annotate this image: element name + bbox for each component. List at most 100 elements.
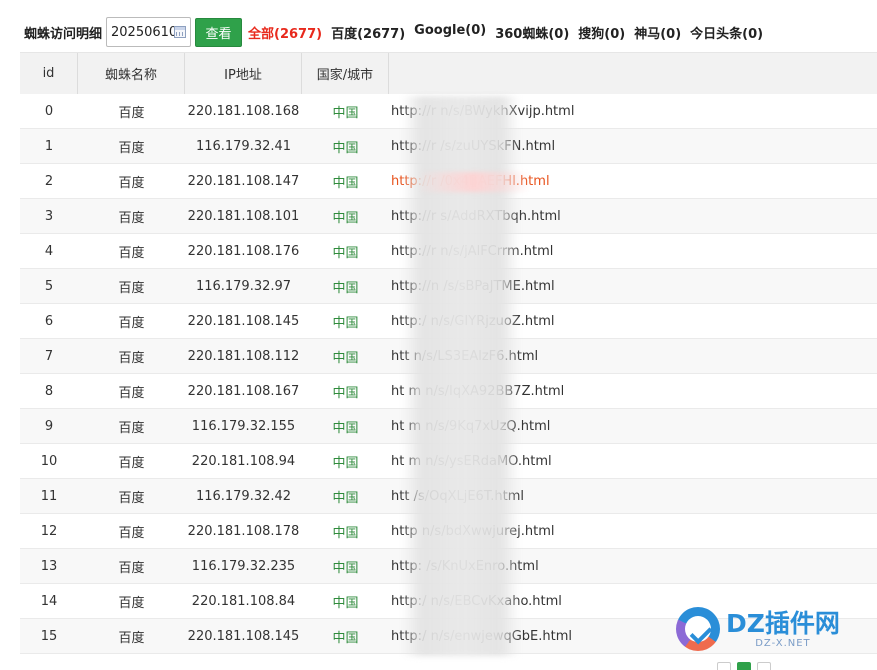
cell-country-city: 中国 [332,420,359,436]
page-total-button[interactable] [717,662,731,670]
cell-spider-name: 百度 [118,315,145,331]
cell-ip: 220.181.108.168 [187,103,300,119]
cell-ip: 220.181.108.176 [187,243,300,259]
filter-all[interactable]: 全部(2677) [248,23,322,42]
cell-url[interactable]: http://r /s/zuUYSkFN.html [389,129,877,163]
cell-url[interactable]: http: /s/KnUxEnro.html [389,549,877,583]
cell-country-city: 中国 [332,385,359,401]
cell-id: 11 [40,488,58,504]
table-row: 12 百度 220.181.108.178 中国 http n/s/bdXwwjurej… [20,514,877,549]
cell-ip: 220.181.108.94 [191,453,296,469]
date-input[interactable]: 20250610 [106,17,192,47]
cell-url[interactable]: http://r n/s/BWykhXvijp.html [389,94,877,128]
cell-ip: 116.179.32.41 [195,138,292,154]
header-spider-name: 蜘蛛名称 [78,53,185,94]
cell-spider-name: 百度 [118,175,145,191]
cell-url[interactable]: http n/s/bdXwwjurej.html [389,514,877,548]
cell-id: 1 [44,138,54,154]
calendar-icon[interactable] [174,26,187,38]
cell-spider-name: 百度 [118,490,145,506]
cell-url[interactable]: http://n /s/sBPaJTME.html [389,269,877,303]
cell-url[interactable]: http://r /0x4BAEFHl.html [389,164,877,198]
pagination [717,662,771,670]
cell-url[interactable]: htt /s/OqXLjE6T.html [389,479,877,513]
cell-country-city: 中国 [332,280,359,296]
watermark: DZ插件网 DZ-X.NET [676,601,877,657]
page-title: 蜘蛛访问明细 [24,26,103,42]
watermark-text: DZ插件网 DZ-X.NET [726,608,840,649]
page-next-button[interactable] [757,662,771,670]
cell-id: 7 [44,348,54,364]
table-row: 11 百度 116.179.32.42 中国 htt /s/OqXLjE6T.html [20,479,877,514]
cell-url[interactable]: ht m n/s/9Kq7xUzQ.html [389,409,877,443]
view-button[interactable]: 查看 [195,17,243,47]
table-row: 9 百度 116.179.32.155 中国 ht m n/s/9Kq7xUzQ.htm… [20,409,877,444]
page-current-button[interactable] [737,662,751,670]
cell-spider-name: 百度 [118,525,145,541]
cell-url[interactable]: http://r n/s/jAlFCrrm.html [389,234,877,268]
cell-country-city: 中国 [332,140,359,156]
cell-ip: 220.181.108.147 [187,173,300,189]
cell-id: 10 [40,453,58,469]
table-row: 5 百度 116.179.32.97 中国 http://n /s/sBPaJTME.h… [20,269,877,304]
cell-country-city: 中国 [332,560,359,576]
cell-id: 6 [44,313,54,329]
cell-ip: 220.181.108.145 [187,313,300,329]
cell-spider-name: 百度 [118,210,145,226]
filter-360[interactable]: 360蜘蛛(0) [495,23,569,42]
cell-url[interactable]: ht m n/s/IqXA92BB7Z.html [389,374,877,408]
cell-url[interactable]: http:/ n/s/GIYRjzuoZ.html [389,304,877,338]
header-country-city: 国家/城市 [302,53,389,94]
table-row: 2 百度 220.181.108.147 中国 http://r /0x4BAEFHl.… [20,164,877,199]
cell-spider-name: 百度 [118,105,145,121]
dz-logo-icon [676,607,720,651]
cell-id: 13 [40,558,58,574]
toolbar: 蜘蛛访问明细 20250610 查看 全部(2677) 百度(2677) Goo… [0,14,877,50]
cell-spider-name: 百度 [118,280,145,296]
filter-baidu[interactable]: 百度(2677) [331,23,405,42]
cell-url[interactable]: htt n/s/LS3EAlzF6.html [389,339,877,373]
date-value: 20250610 [111,24,178,40]
filter-google[interactable]: Google(0) [414,23,486,42]
spider-log-table: id 蜘蛛名称 IP地址 国家/城市 0 百度 220.181.108.168 中国 h… [20,52,877,654]
header-ip: IP地址 [185,53,302,94]
cell-spider-name: 百度 [118,350,145,366]
cell-country-city: 中国 [332,175,359,191]
cell-spider-name: 百度 [118,595,145,611]
filter-shenma[interactable]: 神马(0) [634,23,681,42]
cell-id: 5 [44,278,54,294]
filter-toutiao[interactable]: 今日头条(0) [690,23,763,42]
cell-url[interactable]: ht m n/s/ysERdaMO.html [389,444,877,478]
cell-country-city: 中国 [332,105,359,121]
filter-sogou[interactable]: 搜狗(0) [578,23,625,42]
table-row: 7 百度 220.181.108.112 中国 htt n/s/LS3EAlzF6.ht… [20,339,877,374]
cell-id: 8 [44,383,54,399]
cell-id: 3 [44,208,54,224]
cell-id: 0 [44,103,54,119]
cell-ip: 220.181.108.101 [187,208,300,224]
cell-country-city: 中国 [332,630,359,646]
cell-ip: 220.181.108.84 [191,593,296,609]
cell-country-city: 中国 [332,245,359,261]
cell-country-city: 中国 [332,525,359,541]
cell-ip: 220.181.108.167 [187,383,300,399]
header-id: id [20,53,78,94]
cell-country-city: 中国 [332,350,359,366]
table-row: 0 百度 220.181.108.168 中国 http://r n/s/BWykhXv… [20,94,877,129]
cell-ip: 116.179.32.235 [191,558,296,574]
cell-id: 15 [40,628,58,644]
cell-id: 9 [44,418,54,434]
watermark-main: DZ插件网 [726,608,840,638]
table-row: 4 百度 220.181.108.176 中国 http://r n/s/jAlFCrr… [20,234,877,269]
cell-id: 12 [40,523,58,539]
cell-ip: 116.179.32.42 [195,488,292,504]
cell-spider-name: 百度 [118,420,145,436]
cell-url[interactable]: http://r s/AddRXTbqh.html [389,199,877,233]
spider-filters: 全部(2677) 百度(2677) Google(0) 360蜘蛛(0) 搜狗(… [248,23,772,42]
cell-country-city: 中国 [332,455,359,471]
cell-spider-name: 百度 [118,385,145,401]
table-header: id 蜘蛛名称 IP地址 国家/城市 [20,52,877,94]
table-body: 0 百度 220.181.108.168 中国 http://r n/s/BWykhXv… [20,94,877,654]
cell-ip: 116.179.32.155 [191,418,296,434]
cell-ip: 220.181.108.145 [187,628,300,644]
